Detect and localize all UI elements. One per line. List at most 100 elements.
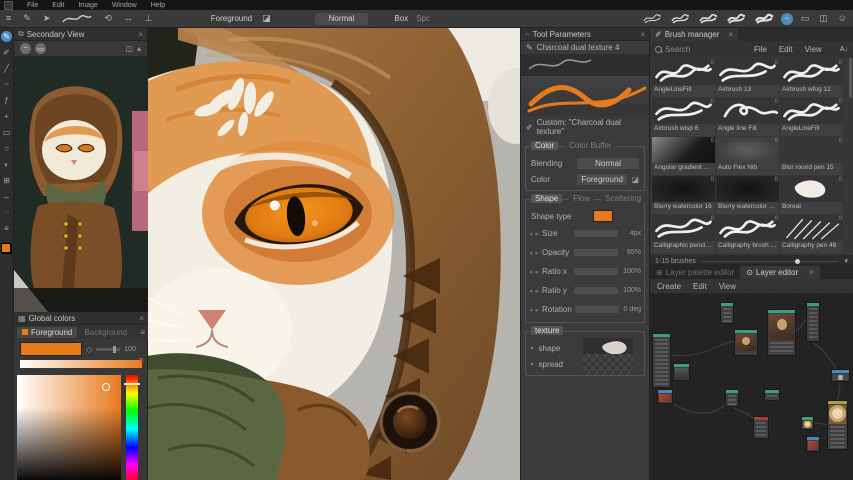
zoom-tool[interactable]: ◌ [1, 207, 12, 218]
cursor-icon[interactable]: ➤ [41, 14, 53, 23]
node-header[interactable] [674, 364, 689, 367]
rotate-icon[interactable]: ⟲ [102, 14, 114, 23]
brush-card[interactable]: 0AngleLineFill [780, 98, 843, 136]
search-input[interactable]: Search [655, 45, 733, 54]
expand-icon[interactable]: ▸ [536, 287, 540, 295]
close-icon[interactable]: × [138, 30, 143, 39]
frame-mode-icon[interactable]: ▭ [35, 43, 46, 54]
sort-icon[interactable]: A↓ [840, 46, 848, 53]
tab-flow[interactable]: Flow [569, 194, 594, 203]
blend-mode-select[interactable]: Normal [315, 13, 369, 25]
node-header[interactable] [658, 390, 672, 393]
brush-preset-1[interactable] [641, 12, 663, 25]
slider-ratio-x[interactable]: ◂▸Ratio x100% [526, 262, 644, 281]
close-icon[interactable]: × [640, 30, 645, 39]
pin-icon[interactable]: ◂ [529, 268, 533, 276]
hue-strip[interactable] [126, 375, 138, 480]
brush-preset-2[interactable] [669, 12, 691, 25]
layer-node[interactable] [801, 416, 814, 430]
brush-card[interactable]: 0Calligraphic pencil 266 [652, 215, 715, 253]
expand-icon[interactable]: ▸ [536, 249, 540, 257]
expand-icon[interactable]: ▸ [536, 306, 540, 314]
pin-icon[interactable]: ◂ [529, 306, 533, 314]
marquee-tool[interactable]: ▭ [1, 127, 12, 138]
expand-icon[interactable]: ▸ [536, 230, 540, 238]
preset-row[interactable]: ✎ Charcoal dual texture 4 [521, 41, 649, 54]
line-tool[interactable]: ╱ [1, 63, 12, 74]
grid-tool[interactable]: ⊞ [1, 175, 12, 186]
foreground-color-swatch[interactable] [20, 342, 82, 356]
pan-mode-icon[interactable]: ~ [20, 43, 31, 54]
menu-help[interactable]: Help [151, 2, 165, 9]
bm-menu-edit[interactable]: Edit [779, 45, 793, 54]
menu-edit[interactable]: Edit [52, 2, 64, 9]
tab-layer-editor[interactable]: ⊙ Layer editor × [740, 266, 820, 279]
layer-node[interactable] [652, 333, 671, 388]
expand-icon[interactable]: ▸ [536, 268, 540, 276]
le-menu-view[interactable]: View [719, 282, 736, 291]
menu-window[interactable]: Window [112, 2, 137, 9]
slider-track[interactable] [575, 306, 619, 313]
le-menu-edit[interactable]: Edit [693, 282, 707, 291]
shape-type-swatch[interactable] [593, 210, 613, 222]
layer-node[interactable]: ▦ [831, 369, 850, 382]
brush-card[interactable]: 0Airbrush 13 [716, 59, 779, 97]
layer-node[interactable] [720, 302, 734, 324]
texture-thumb[interactable] [583, 354, 633, 374]
brush-card[interactable]: 0Calligraphy brush 23 [716, 215, 779, 253]
menu-grip-icon[interactable]: ≡ [4, 14, 13, 23]
user-icon[interactable]: ☺ [836, 14, 849, 23]
smudge-tool[interactable]: ~ [1, 79, 12, 90]
slider-track[interactable] [574, 230, 618, 237]
node-header[interactable] [765, 390, 779, 393]
layer-node[interactable] [725, 389, 739, 407]
pin-icon[interactable]: ◂ [529, 287, 533, 295]
slider-track[interactable] [574, 249, 618, 256]
brush-preset-5[interactable] [753, 12, 775, 25]
brush-card[interactable]: 0Auto Flex Nib [716, 137, 779, 175]
slider-track[interactable] [574, 287, 618, 294]
close-icon[interactable]: × [809, 268, 814, 277]
bm-menu-file[interactable]: File [754, 45, 767, 54]
tint-gradient-bar[interactable] [20, 360, 142, 368]
brush-card[interactable]: 0Blur round pen 15 [780, 137, 843, 175]
layer-node[interactable] [806, 436, 820, 452]
layer-node[interactable] [764, 389, 780, 401]
layer-node[interactable] [657, 389, 673, 404]
menu-file[interactable]: File [27, 2, 38, 9]
tab-background[interactable]: Background [79, 327, 132, 338]
diamond-icon[interactable]: ◇ [86, 345, 92, 354]
brush-card[interactable]: 0Blurry watercolor 16 [652, 176, 715, 214]
slider-ratio-y[interactable]: ◂▸Ratio y100% [526, 281, 644, 300]
layer-node[interactable] [767, 309, 796, 356]
hue-cursor[interactable] [124, 383, 140, 385]
brush-icon[interactable]: ✎ [21, 14, 33, 23]
brush-card[interactable]: 0Boreal [780, 176, 843, 214]
layer-copy-icon[interactable]: ◪ [631, 175, 639, 184]
layer-node[interactable] [806, 302, 820, 342]
node-header[interactable] [653, 334, 670, 337]
custom-row[interactable]: ✐ Custom: "Charcoal dual texture" [521, 116, 649, 138]
color-swatches[interactable] [1, 243, 12, 254]
brush-card[interactable]: 0Angle line Fill [716, 98, 779, 136]
split-view-icon[interactable]: ◫ [817, 14, 830, 23]
node-header[interactable] [735, 330, 757, 333]
tab-shape[interactable]: Shape [531, 194, 562, 203]
spc-toggle[interactable]: Spc [416, 14, 430, 23]
node-header[interactable] [828, 401, 847, 404]
brush-preset-3[interactable] [697, 12, 719, 25]
collapse-icon[interactable]: ▴ [137, 44, 141, 53]
close-icon[interactable]: × [728, 30, 733, 39]
airbrush-tool[interactable]: ƒ [1, 95, 12, 106]
hscrollbar[interactable] [702, 261, 839, 262]
texture-row-spread[interactable]: ▸spread [526, 356, 644, 372]
node-header[interactable] [807, 437, 819, 440]
layer-node[interactable] [673, 363, 690, 381]
stroke-preview-icon[interactable] [60, 12, 94, 26]
split-icon[interactable]: ◫ [125, 44, 133, 53]
close-icon[interactable]: × [139, 314, 144, 323]
tab-foreground[interactable]: Foreground [17, 327, 77, 338]
eyedropper-tool[interactable]: + [1, 111, 12, 122]
picker-cursor[interactable] [102, 383, 110, 391]
expand-icon[interactable]: ▸ [531, 360, 535, 368]
